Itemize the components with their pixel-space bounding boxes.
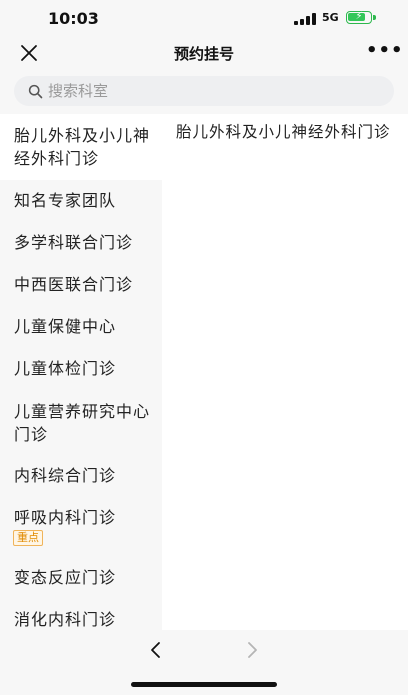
home-indicator bbox=[131, 682, 277, 687]
sidebar-item-allergy[interactable]: 变态反应门诊 bbox=[0, 557, 162, 599]
sidebar-item-gastroenterology[interactable]: 消化内科门诊 bbox=[0, 599, 162, 630]
sidebar-item-respiratory[interactable]: 呼吸内科门诊 重点 bbox=[0, 497, 162, 557]
sidebar-item-label: 中西医联合门诊 bbox=[14, 275, 134, 294]
status-bar: 10:03 5G ⚡ bbox=[0, 0, 408, 38]
search-input[interactable] bbox=[48, 80, 378, 102]
search-bar bbox=[0, 70, 408, 114]
department-title[interactable]: 胎儿外科及小儿神经外科门诊 bbox=[176, 124, 394, 140]
browser-toolbar bbox=[0, 630, 408, 695]
department-content: 胎儿外科及小儿神经外科门诊 bbox=[162, 114, 408, 630]
sidebar-item-label: 变态反应门诊 bbox=[14, 568, 117, 587]
network-type: 5G bbox=[322, 11, 339, 24]
status-time: 10:03 bbox=[48, 9, 99, 28]
sidebar-item-label: 胎儿外科及小儿神经外科门诊 bbox=[14, 126, 151, 168]
key-department-badge: 重点 bbox=[13, 530, 43, 546]
sidebar-item-child-checkup[interactable]: 儿童体检门诊 bbox=[0, 348, 162, 390]
sidebar-item-label: 儿童体检门诊 bbox=[14, 359, 117, 378]
back-button[interactable] bbox=[146, 638, 166, 662]
sidebar-item-label: 多学科联合门诊 bbox=[14, 233, 134, 252]
sidebar-item-child-nutrition[interactable]: 儿童营养研究中心门诊 bbox=[0, 390, 162, 455]
charging-bolt-icon: ⚡ bbox=[355, 11, 363, 22]
sidebar-item-integrated-medicine[interactable]: 中西医联合门诊 bbox=[0, 264, 162, 306]
battery-icon: ⚡ bbox=[346, 11, 372, 24]
sidebar-item-internal-medicine[interactable]: 内科综合门诊 bbox=[0, 455, 162, 497]
sidebar-item-label: 知名专家团队 bbox=[14, 191, 117, 210]
nav-bar: 预约挂号 ••• bbox=[0, 38, 408, 70]
more-button[interactable]: ••• bbox=[366, 42, 403, 64]
department-sidebar: 胎儿外科及小儿神经外科门诊 知名专家团队 多学科联合门诊 中西医联合门诊 儿童保… bbox=[0, 114, 162, 630]
sidebar-item-multidisciplinary[interactable]: 多学科联合门诊 bbox=[0, 222, 162, 264]
forward-button[interactable] bbox=[242, 638, 262, 662]
sidebar-item-label: 儿童营养研究中心门诊 bbox=[14, 402, 151, 444]
sidebar-item-expert-team[interactable]: 知名专家团队 bbox=[0, 180, 162, 222]
search-icon bbox=[28, 84, 43, 99]
sidebar-item-label: 内科综合门诊 bbox=[14, 466, 117, 485]
sidebar-item-label: 儿童保健中心 bbox=[14, 317, 117, 336]
battery-tip bbox=[373, 15, 376, 20]
sidebar-item-child-healthcare[interactable]: 儿童保健中心 bbox=[0, 306, 162, 348]
sidebar-item-label: 消化内科门诊 bbox=[14, 610, 117, 629]
sidebar-item-label: 呼吸内科门诊 bbox=[14, 508, 117, 527]
signal-icon bbox=[294, 13, 316, 25]
chevron-left-icon bbox=[151, 642, 160, 658]
page-title: 预约挂号 bbox=[173, 45, 234, 63]
chevron-right-icon bbox=[248, 642, 257, 658]
sidebar-item-fetal-neurosurgery[interactable]: 胎儿外科及小儿神经外科门诊 bbox=[0, 114, 162, 180]
search-box[interactable] bbox=[14, 76, 394, 106]
